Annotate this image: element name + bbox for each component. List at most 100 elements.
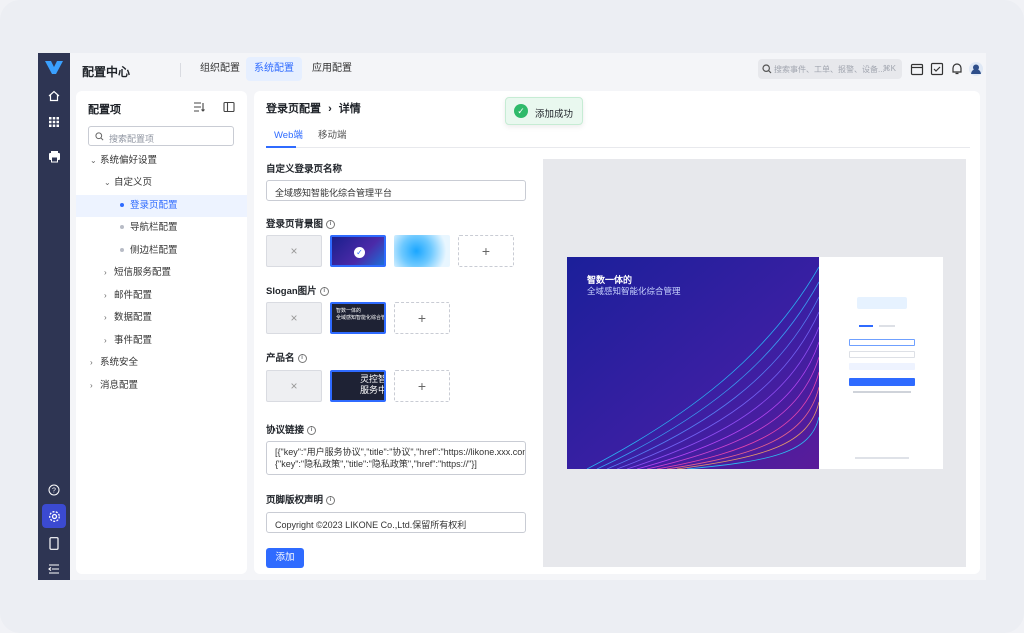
panel-toggle-icon[interactable]: [223, 101, 235, 113]
title-divider: [180, 63, 181, 77]
breadcrumb: 登录页配置 › 详情: [266, 100, 361, 116]
chevron-right-icon: ›: [104, 291, 107, 300]
bullet-dot: [120, 248, 124, 253]
tree-item-label: 消息配置: [100, 380, 139, 391]
tabs-divider: [266, 147, 970, 148]
slogan-add-button[interactable]: +: [394, 302, 450, 334]
search-icon: [762, 64, 772, 74]
copyright-input[interactable]: Copyright ©2023 LIKONE Co.,Ltd.保留所有权利: [266, 512, 526, 533]
home-icon[interactable]: [46, 88, 62, 104]
sort-list-icon[interactable]: [193, 101, 205, 113]
tree-item-system-preferences[interactable]: ⌄ 系统偏好设置: [76, 150, 247, 172]
toast-message: 添加成功: [535, 109, 574, 120]
app-title: 配置中心: [82, 65, 131, 79]
tree-item-label: 侧边栏配置: [130, 245, 178, 256]
product-add-button[interactable]: +: [394, 370, 450, 402]
tab-org-config[interactable]: 组织配置: [192, 57, 248, 81]
search-shortcut: ⌘K: [882, 64, 896, 73]
agreement-label-text: 协议链接: [266, 425, 305, 436]
app-logo-icon[interactable]: [44, 58, 64, 76]
info-icon[interactable]: i: [319, 286, 329, 296]
tree-item-message-config[interactable]: › 消息配置: [76, 375, 247, 397]
preview-username-field: [849, 339, 915, 346]
background-option-blue-splash[interactable]: [394, 235, 450, 267]
success-toast: ✓ 添加成功: [505, 97, 583, 125]
tab-system-config[interactable]: 系统配置: [246, 57, 302, 81]
tree-item-label: 短信服务配置: [114, 267, 172, 278]
preview-tab-indicator: [859, 325, 873, 327]
breadcrumb-parent[interactable]: 登录页配置: [266, 103, 321, 115]
breadcrumb-current: 详情: [338, 103, 361, 115]
add-button[interactable]: 添加: [266, 548, 304, 568]
search-icon: [95, 132, 104, 141]
tree-item-data-config[interactable]: › 数据配置: [76, 307, 247, 329]
task-check-icon[interactable]: [930, 62, 944, 76]
background-label-text: 登录页背景图: [266, 219, 324, 230]
selected-check-icon: ✓: [354, 247, 365, 258]
slogan-label: Slogan图片 i: [266, 283, 329, 297]
sidebar-title: 配置项: [88, 104, 121, 116]
info-icon[interactable]: i: [297, 353, 307, 363]
bullet-dot: [120, 225, 124, 230]
bell-icon[interactable]: [950, 62, 964, 76]
tree-item-label: 系统偏好设置: [100, 155, 158, 166]
slogan-option-selected[interactable]: 智数一体的 全域感知智能化综合管理: [330, 302, 386, 334]
tree-item-sidebar-config[interactable]: 侧边栏配置: [76, 240, 247, 262]
tree-item-event-config[interactable]: › 事件配置: [76, 330, 247, 352]
tree-item-label: 自定义页: [114, 177, 153, 188]
tab-web[interactable]: Web端: [274, 127, 303, 141]
product-label-text: 产品名: [266, 353, 295, 364]
slogan-none-option[interactable]: ×: [266, 302, 322, 334]
background-none-option[interactable]: ×: [266, 235, 322, 267]
active-tab-indicator: [266, 146, 296, 148]
info-icon[interactable]: i: [326, 219, 336, 229]
tree-item-label: 事件配置: [114, 335, 153, 346]
search-placeholder: 搜索事件、工单、报警、设备...: [774, 65, 885, 74]
preview-logo-box: [857, 297, 907, 309]
agreement-textarea[interactable]: [{"key":"用户服务协议","title":"协议","href":"ht…: [266, 441, 526, 475]
preview-copyright-line: [855, 457, 909, 459]
sidebar-search-placeholder: 搜索配置项: [109, 134, 155, 144]
svg-text:?: ?: [52, 488, 56, 495]
global-search-input[interactable]: 搜索事件、工单、报警、设备... ⌘K: [758, 59, 902, 79]
login-name-input[interactable]: 全域感知智能化综合管理平台: [266, 180, 526, 201]
chevron-right-icon: ›: [104, 336, 107, 345]
tree-item-label: 数据配置: [114, 312, 153, 323]
sidebar-search-input[interactable]: 搜索配置项: [88, 126, 234, 146]
settings-gear-icon[interactable]: [42, 504, 66, 528]
tab-mobile[interactable]: 移动端: [318, 127, 347, 141]
calendar-icon[interactable]: [910, 62, 924, 76]
agreement-label: 协议链接 i: [266, 422, 317, 436]
tab-app-config[interactable]: 应用配置: [304, 57, 360, 81]
preview-login-form: [819, 257, 943, 469]
background-option-purple[interactable]: ✓: [330, 235, 386, 267]
tree-item-sms-config[interactable]: › 短信服务配置: [76, 262, 247, 284]
left-rail: ?: [38, 53, 70, 580]
help-icon[interactable]: ?: [46, 482, 62, 498]
login-name-label: 自定义登录页名称: [266, 164, 343, 175]
info-icon[interactable]: i: [307, 425, 317, 435]
product-option-selected[interactable]: 灵控智 服务中心: [330, 370, 386, 402]
tree-item-custom-page[interactable]: ⌄ 自定义页: [76, 172, 247, 194]
tree-item-navbar-config[interactable]: 导航栏配置: [76, 217, 247, 239]
collapse-menu-icon[interactable]: [46, 561, 62, 577]
background-label: 登录页背景图 i: [266, 216, 336, 230]
mobile-device-icon[interactable]: [46, 535, 62, 551]
tree-item-login-page-config[interactable]: 登录页配置: [76, 195, 247, 217]
tree-item-email-config[interactable]: › 邮件配置: [76, 285, 247, 307]
top-bar: 配置中心 组织配置 系统配置 应用配置 搜索事件、工单、报警、设备... ⌘K: [70, 53, 986, 87]
user-avatar[interactable]: [968, 61, 984, 77]
copyright-label-text: 页脚版权声明: [266, 495, 324, 506]
detail-panel: 登录页配置 › 详情 Web端 移动端 自定义登录页名称 全域感知智能化综合管理…: [254, 91, 980, 574]
apps-grid-icon[interactable]: [46, 114, 62, 130]
printer-icon[interactable]: [46, 148, 62, 164]
app-window: ? 配置中心 组织配置 系统配置 应用配置 搜索事件、工单、报警、设备... ⌘…: [38, 53, 986, 580]
product-none-option[interactable]: ×: [266, 370, 322, 402]
chevron-right-icon: ›: [104, 313, 107, 322]
bullet-dot: [120, 203, 124, 208]
background-add-button[interactable]: +: [458, 235, 514, 267]
tree-item-label: 登录页配置: [130, 200, 178, 211]
tree-item-label: 系统安全: [100, 357, 139, 368]
info-icon[interactable]: i: [326, 495, 336, 505]
tree-item-system-security[interactable]: › 系统安全: [76, 352, 247, 374]
